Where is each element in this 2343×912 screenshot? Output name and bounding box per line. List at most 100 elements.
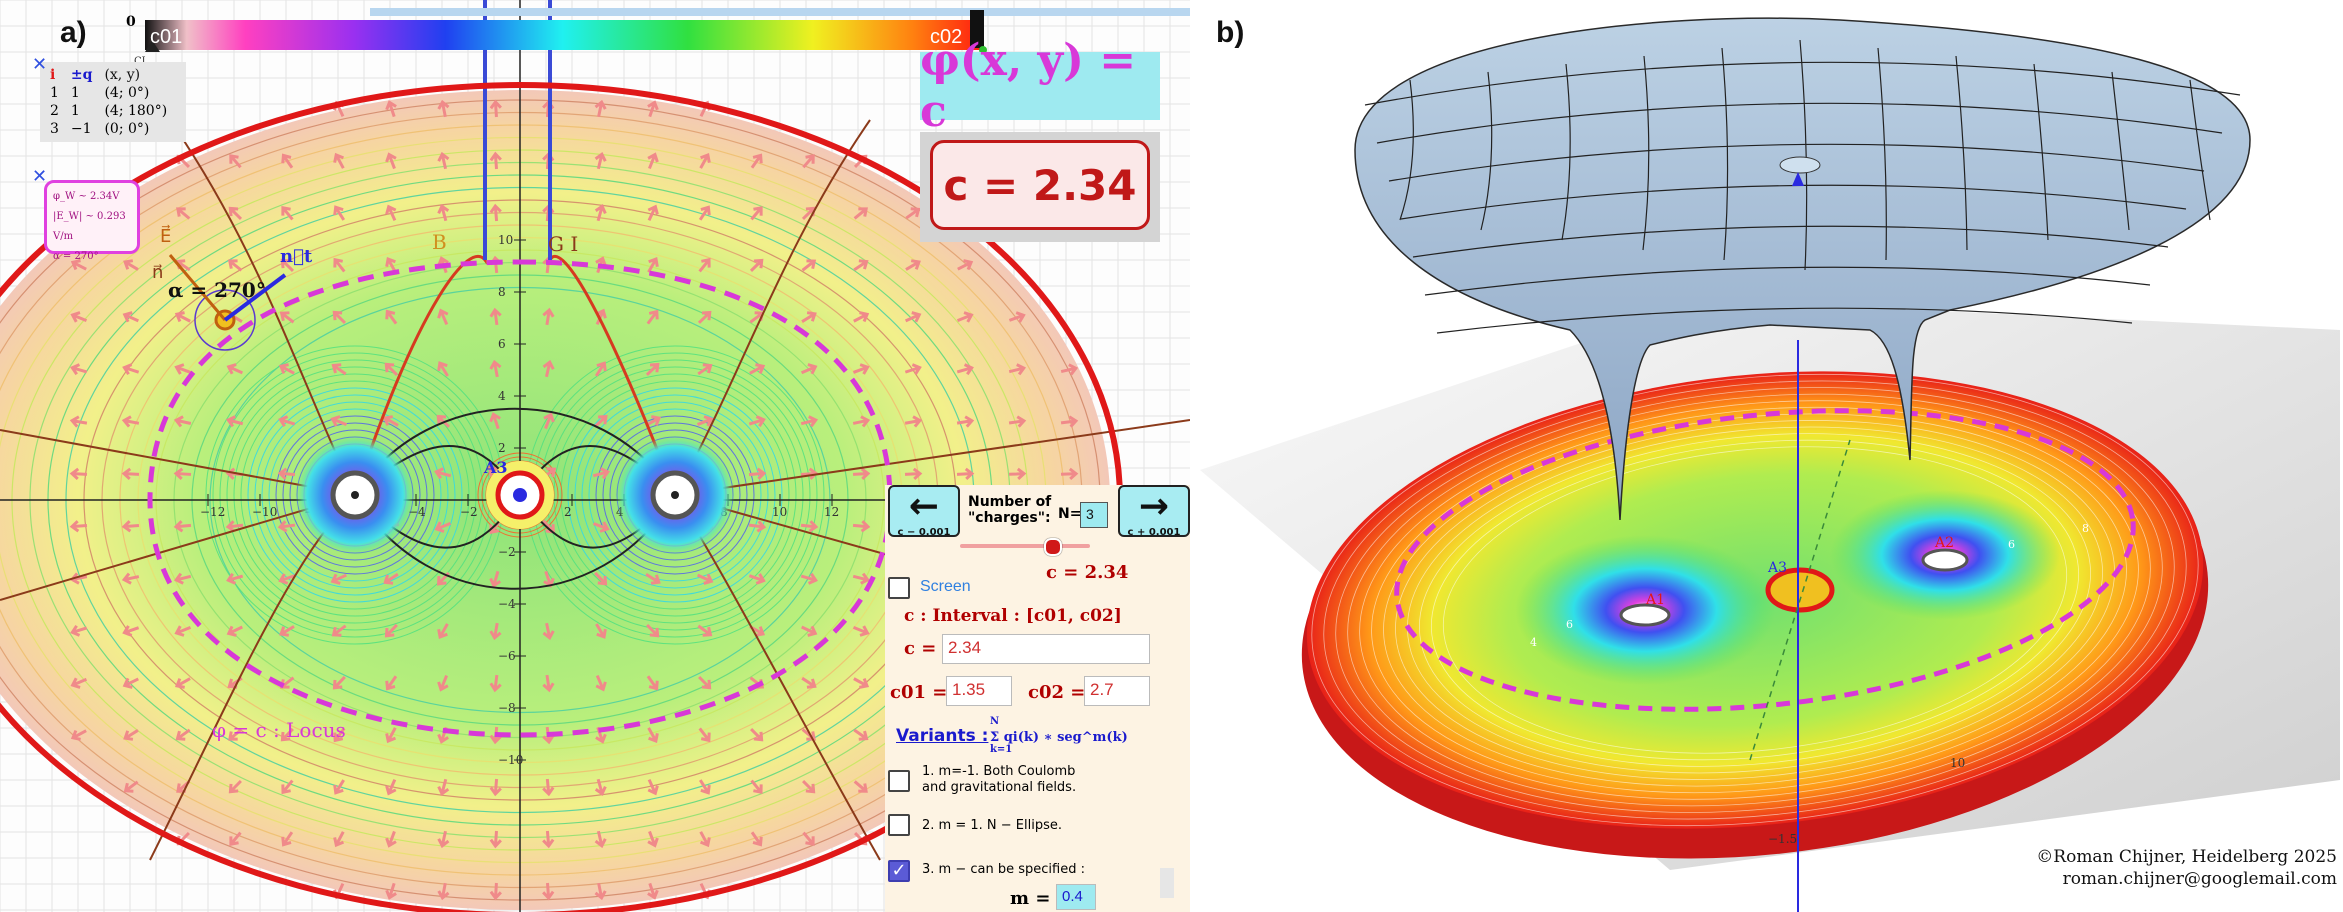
surface-spike-top <box>1779 156 1821 174</box>
number-label-line1: Number of <box>968 494 1052 510</box>
contour-tick-4: 8 <box>2082 522 2089 535</box>
x-tick-label: −10 <box>252 505 277 519</box>
point-g-label: G I <box>548 232 579 256</box>
m-label: m = <box>1010 888 1051 909</box>
arrow-left-icon: ← <box>908 486 940 527</box>
value-box: c = 2.34 <box>930 140 1150 230</box>
phi-readout: φ_W ~ 2.34V <box>53 191 120 202</box>
cell-i: 2 <box>50 103 59 119</box>
cell-i: 3 <box>50 121 59 137</box>
decrement-button[interactable]: ← c − 0.001 <box>888 485 960 538</box>
variant1-label: 1. m=-1. Both Coulomb and gravitational … <box>922 764 1076 796</box>
c02-input[interactable]: 2.7 <box>1084 676 1150 706</box>
contour-tick-3: 6 <box>2008 538 2015 551</box>
c01-label: c01 = <box>890 682 948 703</box>
nt-vector-label: n⃗t <box>280 246 313 267</box>
n-input[interactable]: 3 <box>1080 502 1108 528</box>
credit: ©Roman Chijner, Heidelberg 2025 roman.ch… <box>2036 846 2337 890</box>
label-a3: A3 <box>1768 560 1788 576</box>
col-header-pos: (x, y) <box>104 67 141 83</box>
table-row: 1 1 (4; 0°) <box>48 84 177 102</box>
charges-table: i ±q (x, y) 1 1 (4; 0°) 2 1 (4; 180°) 3 … <box>40 62 186 142</box>
alpha-label: α = 270° <box>168 278 266 302</box>
y-tick-label: 10 <box>498 233 513 247</box>
charge-2[interactable] <box>615 435 735 555</box>
equation-box: φ(x, y) = c <box>920 35 1160 137</box>
locus-label: φ = c : Locus <box>212 718 346 742</box>
scrollbar[interactable] <box>1160 868 1174 898</box>
variants-formula: Σ qi(k) ∗ seg^m(k) <box>990 730 1128 745</box>
c-label: c = <box>904 638 937 659</box>
colorbar-start-value: 0 <box>126 14 136 30</box>
n-label: N= <box>1058 506 1082 522</box>
number-label: Number of "charges": <box>968 494 1051 526</box>
y-tick-label: −10 <box>498 753 523 767</box>
panel-label-a: a) <box>60 16 87 49</box>
axis-value-low: −1.5 <box>1768 832 1798 846</box>
n-slider-thumb[interactable] <box>1044 538 1062 556</box>
x-tick-label: −2 <box>460 505 478 519</box>
variant1-line2: and gravitational fields. <box>922 780 1077 795</box>
y-tick-label: −8 <box>498 701 516 715</box>
cell-pos: (0; 0°) <box>104 121 150 137</box>
charge-1[interactable] <box>295 435 415 555</box>
y-tick-label: 4 <box>498 389 506 403</box>
interval-label: c : Interval : [c01, c02] <box>904 606 1122 626</box>
x-tick-label: 10 <box>772 505 787 519</box>
panel-label-b: b) <box>1216 16 1245 49</box>
y-tick-label: −4 <box>498 597 516 611</box>
cell-pos: (4; 0°) <box>104 85 150 101</box>
credit-line1: ©Roman Chijner, Heidelberg 2025 <box>2036 847 2337 867</box>
n-slider-track[interactable] <box>960 544 1090 548</box>
charge-a3-label: A3 <box>484 458 508 477</box>
table-row: 2 1 (4; 180°) <box>48 102 177 120</box>
c-slider-label: c = 2.34 <box>1046 562 1129 583</box>
arrow-right-icon: → <box>1138 486 1170 527</box>
m-input[interactable]: 0.4 <box>1056 884 1096 910</box>
variant2-checkbox[interactable] <box>888 814 910 836</box>
n-vector-label: n⃗ <box>152 262 164 283</box>
col-header-q: ±q <box>70 67 93 83</box>
label-a1: A1 <box>1646 592 1666 608</box>
y-tick-label: −6 <box>498 649 516 663</box>
variants-label: Variants : <box>896 726 989 746</box>
colorbar-top-strip <box>370 8 1190 16</box>
x-tick-label: 2 <box>564 505 572 519</box>
screen-checkbox[interactable] <box>888 577 910 599</box>
variant3-checkbox[interactable]: ✓ <box>888 860 910 882</box>
floor-charge-a3 <box>1765 567 1835 613</box>
y-tick-label: 6 <box>498 337 506 351</box>
x-tick-label: −12 <box>200 505 225 519</box>
credit-line2: roman.chijner@googlemail.com <box>2062 869 2337 889</box>
colorbar <box>145 20 980 50</box>
y-tick-label: 8 <box>498 285 506 299</box>
variant2-label: 2. m = 1. N − Ellipse. <box>922 818 1062 833</box>
contour-tick-1: 4 <box>1530 636 1537 649</box>
label-a2: A2 <box>1935 535 1955 551</box>
cell-q: −1 <box>70 121 92 137</box>
panel-a-equipotential-plot: −12−10−8−6−4−224681012108642−2−4−6−8−10 <box>0 0 1190 912</box>
c01-input[interactable]: 1.35 <box>946 676 1012 706</box>
colorbar-left-label: c01 <box>150 26 183 48</box>
c-input[interactable]: 2.34 <box>942 634 1150 664</box>
cell-i: 1 <box>50 85 59 101</box>
contour-tick-2: 6 <box>1566 618 1573 631</box>
number-label-line2: "charges": <box>968 510 1051 526</box>
sum-lower-limit: k=1 <box>990 744 1013 755</box>
field-readout: |E_W| ~ 0.293 V/m <box>53 211 126 242</box>
probe-info-box: φ_W ~ 2.34V |E_W| ~ 0.293 V/m α = 270° <box>44 180 140 262</box>
c02-label: c02 = <box>1028 682 1086 703</box>
col-header-i: i <box>50 67 56 83</box>
variant1-checkbox[interactable] <box>888 770 910 792</box>
alpha-readout: α = 270° <box>53 251 99 262</box>
variant3-label: 3. m − can be specified : <box>922 862 1085 877</box>
increment-caption: c + 0.001 <box>1127 527 1181 538</box>
decrement-caption: c − 0.001 <box>897 527 951 538</box>
screen-label: Screen <box>920 578 971 595</box>
cell-pos: (4; 180°) <box>104 103 168 119</box>
value-box-frame: c = 2.34 <box>920 132 1160 242</box>
floor-ring-a1 <box>1619 603 1671 627</box>
close-table-icon[interactable]: ✕ <box>32 54 47 75</box>
increment-button[interactable]: → c + 0.001 <box>1118 485 1190 538</box>
surface-3d-canvas[interactable] <box>1190 0 2343 912</box>
